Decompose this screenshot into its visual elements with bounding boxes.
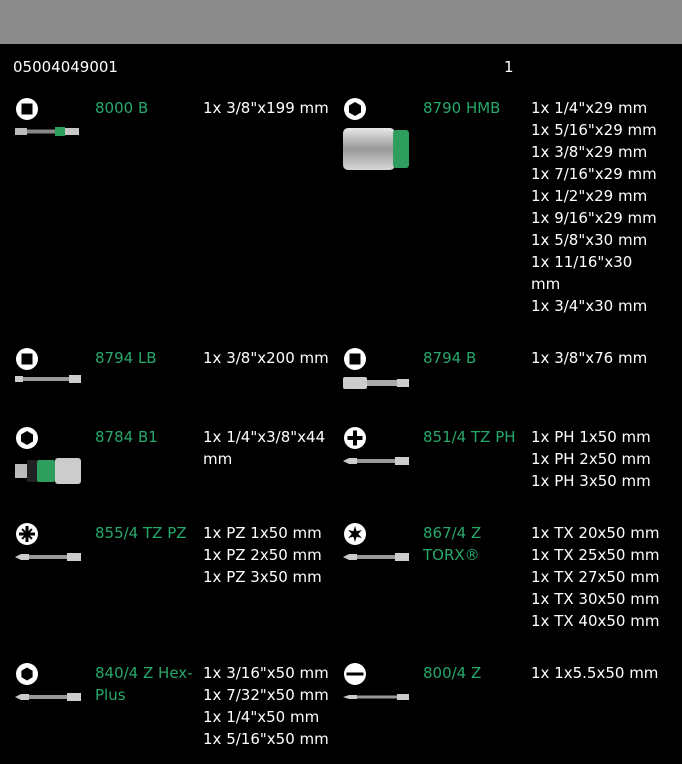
torx-icon	[344, 523, 366, 545]
item-code: 8790 HMB	[423, 99, 501, 117]
spec-line: mm	[203, 450, 233, 468]
article-number: 05004049001	[13, 58, 118, 76]
bit-image	[343, 457, 409, 465]
spec-line: 1x 9/16"x29 mm	[531, 209, 657, 227]
phillips-icon	[344, 427, 366, 449]
item-specs: 1x 1/4"x3/8"x44 mm	[203, 426, 325, 470]
spec-line: 1x 1/4"x3/8"x44	[203, 428, 326, 446]
bit-image	[15, 553, 81, 561]
spec-line: 1x 3/8"x200 mm	[203, 349, 329, 367]
square-drive-icon	[16, 348, 38, 370]
spec-line: 1x TX 20x50 mm	[531, 524, 660, 542]
spec-line: 1x 3/8"x29 mm	[531, 143, 648, 161]
spec-line: 1x 1/4"x29 mm	[531, 99, 648, 117]
spec-line: 1x TX 27x50 mm	[531, 568, 660, 586]
extension-image	[343, 377, 409, 389]
spec-line: 1x 5/16"x50 mm	[203, 730, 329, 748]
spec-line: 1x PH 3x50 mm	[531, 472, 651, 490]
spec-line: 1x PZ 3x50 mm	[203, 568, 322, 586]
item-specs: 1x 3/8"x199 mm	[203, 97, 329, 119]
hexagon-socket-icon	[16, 427, 38, 449]
spec-line: 1x PZ 2x50 mm	[203, 546, 322, 564]
spec-line: 1x PZ 1x50 mm	[203, 524, 322, 542]
item-code-line: TORX®	[423, 546, 480, 564]
spec-line: 1x TX 40x50 mm	[531, 612, 660, 630]
item-code: 8794 B	[423, 349, 477, 367]
bit-adaptor-image	[15, 458, 81, 484]
bit-image	[15, 693, 81, 701]
top-bar	[0, 0, 682, 44]
spec-line: 1x 1/4"x50 mm	[203, 708, 320, 726]
item-code: 855/4 TZ PZ	[95, 524, 187, 542]
bit-image	[343, 553, 409, 561]
item-code-line: Plus	[95, 686, 126, 704]
spec-line: 1x 3/16"x50 mm	[203, 664, 329, 682]
spec-line: 1x 7/32"x50 mm	[203, 686, 329, 704]
item-specs: 1x 1/4"x29 mm 1x 5/16"x29 mm 1x 3/8"x29 …	[531, 97, 657, 317]
spec-line: 1x 11/16"x30	[531, 253, 633, 271]
item-specs: 1x 3/16"x50 mm 1x 7/32"x50 mm 1x 1/4"x50…	[203, 662, 329, 750]
item-specs: 1x 3/8"x200 mm	[203, 347, 329, 369]
hex-plus-icon	[16, 663, 38, 685]
item-specs: 1x 3/8"x76 mm	[531, 347, 647, 369]
ratchet-extension-image	[15, 127, 79, 136]
hexagon-socket-icon	[344, 98, 366, 120]
item-code: 851/4 TZ PH	[423, 428, 516, 446]
spec-line: 1x 7/16"x29 mm	[531, 165, 657, 183]
spec-line: 1x PH 2x50 mm	[531, 450, 651, 468]
spec-line: 1x 1x5.5x50 mm	[531, 664, 659, 682]
item-code: 840/4 Z Hex- Plus	[95, 662, 193, 706]
spec-line: 1x 3/4"x30 mm	[531, 297, 648, 315]
item-specs: 1x TX 20x50 mm 1x TX 25x50 mm 1x TX 27x5…	[531, 522, 659, 632]
square-drive-icon	[344, 348, 366, 370]
socket-image	[343, 128, 409, 170]
item-code: 800/4 Z	[423, 664, 482, 682]
spec-line: 1x 5/8"x30 mm	[531, 231, 648, 249]
item-code: 8794 LB	[95, 349, 157, 367]
spec-line: 1x 3/8"x76 mm	[531, 349, 648, 367]
pozidriv-icon	[16, 523, 38, 545]
spec-line: 1x 5/16"x29 mm	[531, 121, 657, 139]
item-code: 8000 B	[95, 99, 149, 117]
item-specs: 1x 1x5.5x50 mm	[531, 662, 658, 684]
item-specs: 1x PZ 1x50 mm 1x PZ 2x50 mm 1x PZ 3x50 m…	[203, 522, 322, 588]
extension-image	[15, 375, 81, 383]
set-quantity: 1	[504, 58, 514, 76]
slotted-icon	[344, 663, 366, 685]
bit-image	[343, 694, 409, 700]
item-code-line: 840/4 Z Hex-	[95, 664, 193, 682]
spec-line: 1x 3/8"x199 mm	[203, 99, 329, 117]
spec-line: 1x TX 25x50 mm	[531, 546, 660, 564]
item-specs: 1x PH 1x50 mm 1x PH 2x50 mm 1x PH 3x50 m…	[531, 426, 651, 492]
spec-line: mm	[531, 275, 561, 293]
spec-line: 1x TX 30x50 mm	[531, 590, 660, 608]
spec-line: 1x 1/2"x29 mm	[531, 187, 648, 205]
square-drive-icon	[16, 98, 38, 120]
item-code: 8784 B1	[95, 428, 158, 446]
item-code: 867/4 Z TORX®	[423, 522, 481, 566]
spec-line: 1x PH 1x50 mm	[531, 428, 651, 446]
item-code-line: 867/4 Z	[423, 524, 482, 542]
